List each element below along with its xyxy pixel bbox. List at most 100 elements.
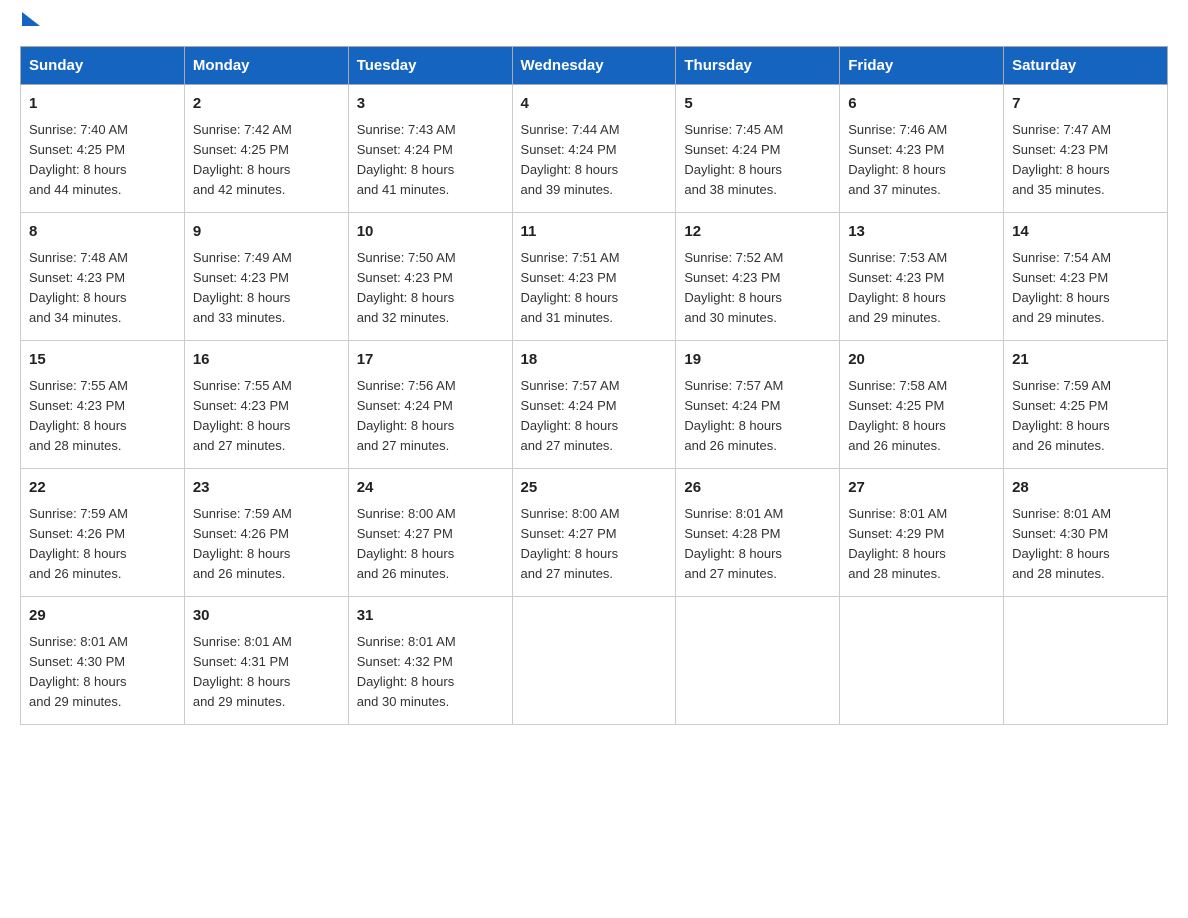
day-number: 18: [521, 349, 668, 372]
day-info: Sunrise: 7:49 AMSunset: 4:23 PMDaylight:…: [193, 248, 340, 329]
calendar-cell: 27Sunrise: 8:01 AMSunset: 4:29 PMDayligh…: [840, 469, 1004, 597]
day-number: 19: [684, 349, 831, 372]
calendar-cell: 20 Sunrise: 7:58 AMSunset: 4:25 PMDayligh…: [840, 341, 1004, 469]
day-info: Sunrise: 8:01 AMSunset: 4:28 PMDaylight:…: [684, 504, 831, 585]
day-info: Sunrise: 8:00 AMSunset: 4:27 PMDaylight:…: [357, 504, 504, 585]
day-number: 3: [357, 93, 504, 116]
day-info: Sunrise: 8:01 AMSunset: 4:30 PMDaylight:…: [1012, 504, 1159, 585]
day-number: 5: [684, 93, 831, 116]
calendar-cell: 18 Sunrise: 7:57 AMSunset: 4:24 PMDayligh…: [512, 341, 676, 469]
day-info: Sunrise: 7:51 AMSunset: 4:23 PMDaylight:…: [521, 248, 668, 329]
day-info: Sunrise: 7:56 AMSunset: 4:24 PMDaylight:…: [357, 376, 504, 457]
calendar-cell: 5 Sunrise: 7:45 AMSunset: 4:24 PMDaylight…: [676, 85, 840, 213]
day-number: 25: [521, 477, 668, 500]
week-row-4: 22Sunrise: 7:59 AMSunset: 4:26 PMDayligh…: [21, 469, 1168, 597]
week-row-3: 15 Sunrise: 7:55 AMSunset: 4:23 PMDayligh…: [21, 341, 1168, 469]
day-info: Sunrise: 7:55 AMSunset: 4:23 PMDaylight:…: [29, 376, 176, 457]
day-info: Sunrise: 7:59 AMSunset: 4:26 PMDaylight:…: [193, 504, 340, 585]
day-number: 27: [848, 477, 995, 500]
day-info: Sunrise: 7:57 AMSunset: 4:24 PMDaylight:…: [521, 376, 668, 457]
day-number: 8: [29, 221, 176, 244]
day-number: 23: [193, 477, 340, 500]
calendar-cell: 24 Sunrise: 8:00 AMSunset: 4:27 PMDayligh…: [348, 469, 512, 597]
weekday-header-friday: Friday: [840, 47, 1004, 85]
calendar-header: SundayMondayTuesdayWednesdayThursdayFrid…: [21, 47, 1168, 85]
calendar-cell: 21 Sunrise: 7:59 AMSunset: 4:25 PMDayligh…: [1004, 341, 1168, 469]
weekday-header-sunday: Sunday: [21, 47, 185, 85]
day-info: Sunrise: 7:53 AMSunset: 4:23 PMDaylight:…: [848, 248, 995, 329]
calendar-cell: 23 Sunrise: 7:59 AMSunset: 4:26 PMDayligh…: [184, 469, 348, 597]
calendar-cell: 3 Sunrise: 7:43 AMSunset: 4:24 PMDaylight…: [348, 85, 512, 213]
weekday-header-monday: Monday: [184, 47, 348, 85]
day-number: 15: [29, 349, 176, 372]
calendar-cell: [676, 597, 840, 725]
weekday-header-tuesday: Tuesday: [348, 47, 512, 85]
calendar-cell: 29 Sunrise: 8:01 AMSunset: 4:30 PMDayligh…: [21, 597, 185, 725]
calendar-cell: 6 Sunrise: 7:46 AMSunset: 4:23 PMDaylight…: [840, 85, 1004, 213]
day-number: 13: [848, 221, 995, 244]
calendar-cell: 8 Sunrise: 7:48 AMSunset: 4:23 PMDaylight…: [21, 213, 185, 341]
day-info: Sunrise: 7:47 AMSunset: 4:23 PMDaylight:…: [1012, 120, 1159, 201]
day-info: Sunrise: 7:46 AMSunset: 4:23 PMDaylight:…: [848, 120, 995, 201]
calendar-table: SundayMondayTuesdayWednesdayThursdayFrid…: [20, 46, 1168, 725]
day-number: 14: [1012, 221, 1159, 244]
week-row-2: 8 Sunrise: 7:48 AMSunset: 4:23 PMDaylight…: [21, 213, 1168, 341]
calendar-cell: 13 Sunrise: 7:53 AMSunset: 4:23 PMDayligh…: [840, 213, 1004, 341]
page-header: [20, 20, 1168, 26]
weekday-header-row: SundayMondayTuesdayWednesdayThursdayFrid…: [21, 47, 1168, 85]
weekday-header-saturday: Saturday: [1004, 47, 1168, 85]
day-number: 16: [193, 349, 340, 372]
day-info: Sunrise: 7:43 AMSunset: 4:24 PMDaylight:…: [357, 120, 504, 201]
calendar-cell: 1Sunrise: 7:40 AMSunset: 4:25 PMDaylight…: [21, 85, 185, 213]
day-info: Sunrise: 7:45 AMSunset: 4:24 PMDaylight:…: [684, 120, 831, 201]
calendar-cell: 19 Sunrise: 7:57 AMSunset: 4:24 PMDayligh…: [676, 341, 840, 469]
day-number: 17: [357, 349, 504, 372]
day-info: Sunrise: 8:00 AMSunset: 4:27 PMDaylight:…: [521, 504, 668, 585]
week-row-5: 29 Sunrise: 8:01 AMSunset: 4:30 PMDayligh…: [21, 597, 1168, 725]
day-info: Sunrise: 8:01 AMSunset: 4:32 PMDaylight:…: [357, 632, 504, 713]
day-info: Sunrise: 7:48 AMSunset: 4:23 PMDaylight:…: [29, 248, 176, 329]
calendar-cell: 22Sunrise: 7:59 AMSunset: 4:26 PMDayligh…: [21, 469, 185, 597]
calendar-cell: 17 Sunrise: 7:56 AMSunset: 4:24 PMDayligh…: [348, 341, 512, 469]
day-info: Sunrise: 7:50 AMSunset: 4:23 PMDaylight:…: [357, 248, 504, 329]
weekday-header-wednesday: Wednesday: [512, 47, 676, 85]
calendar-cell: [512, 597, 676, 725]
calendar-cell: 26 Sunrise: 8:01 AMSunset: 4:28 PMDayligh…: [676, 469, 840, 597]
day-number: 24: [357, 477, 504, 500]
day-number: 28: [1012, 477, 1159, 500]
day-info: Sunrise: 8:01 AMSunset: 4:30 PMDaylight:…: [29, 632, 176, 713]
calendar-cell: 4Sunrise: 7:44 AMSunset: 4:24 PMDaylight…: [512, 85, 676, 213]
day-info: Sunrise: 7:59 AMSunset: 4:25 PMDaylight:…: [1012, 376, 1159, 457]
day-number: 9: [193, 221, 340, 244]
calendar-cell: 15 Sunrise: 7:55 AMSunset: 4:23 PMDayligh…: [21, 341, 185, 469]
calendar-cell: 2 Sunrise: 7:42 AMSunset: 4:25 PMDaylight…: [184, 85, 348, 213]
day-number: 2: [193, 93, 340, 116]
day-number: 26: [684, 477, 831, 500]
day-number: 7: [1012, 93, 1159, 116]
calendar-cell: 7 Sunrise: 7:47 AMSunset: 4:23 PMDaylight…: [1004, 85, 1168, 213]
day-number: 12: [684, 221, 831, 244]
day-number: 20: [848, 349, 995, 372]
calendar-cell: 14 Sunrise: 7:54 AMSunset: 4:23 PMDayligh…: [1004, 213, 1168, 341]
calendar-cell: 30 Sunrise: 8:01 AMSunset: 4:31 PMDayligh…: [184, 597, 348, 725]
day-number: 10: [357, 221, 504, 244]
day-info: Sunrise: 7:54 AMSunset: 4:23 PMDaylight:…: [1012, 248, 1159, 329]
calendar-cell: [840, 597, 1004, 725]
day-info: Sunrise: 8:01 AMSunset: 4:31 PMDaylight:…: [193, 632, 340, 713]
day-number: 6: [848, 93, 995, 116]
calendar-cell: 16 Sunrise: 7:55 AMSunset: 4:23 PMDayligh…: [184, 341, 348, 469]
day-info: Sunrise: 7:59 AMSunset: 4:26 PMDaylight:…: [29, 504, 176, 585]
day-info: Sunrise: 7:42 AMSunset: 4:25 PMDaylight:…: [193, 120, 340, 201]
day-number: 30: [193, 605, 340, 628]
day-number: 29: [29, 605, 176, 628]
calendar-body: 1Sunrise: 7:40 AMSunset: 4:25 PMDaylight…: [21, 85, 1168, 725]
calendar-cell: 31 Sunrise: 8:01 AMSunset: 4:32 PMDayligh…: [348, 597, 512, 725]
day-info: Sunrise: 7:44 AMSunset: 4:24 PMDaylight:…: [521, 120, 668, 201]
day-info: Sunrise: 7:57 AMSunset: 4:24 PMDaylight:…: [684, 376, 831, 457]
day-number: 11: [521, 221, 668, 244]
day-info: Sunrise: 7:58 AMSunset: 4:25 PMDaylight:…: [848, 376, 995, 457]
day-number: 21: [1012, 349, 1159, 372]
calendar-cell: 11 Sunrise: 7:51 AMSunset: 4:23 PMDayligh…: [512, 213, 676, 341]
day-number: 31: [357, 605, 504, 628]
day-info: Sunrise: 7:55 AMSunset: 4:23 PMDaylight:…: [193, 376, 340, 457]
